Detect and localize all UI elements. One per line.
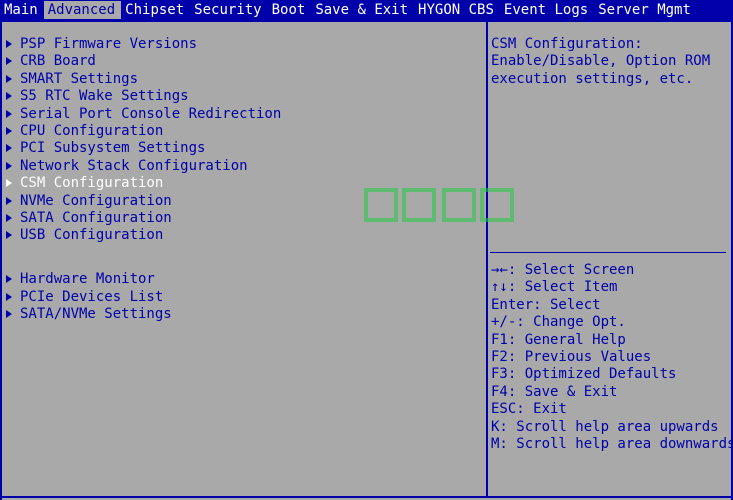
submenu-arrow-icon [6,40,12,48]
list-item-label: Network Stack Configuration [20,157,248,174]
list-item[interactable]: Serial Port Console Redirection [6,106,281,123]
menu-tab-server-mgmt[interactable]: Server Mgmt [594,1,697,19]
menu-tab-security[interactable]: Security [190,1,267,19]
key-help-line: M: Scroll help area downwards [491,436,733,452]
menu-tab-event-logs[interactable]: Event Logs [500,1,594,19]
menu-tab-advanced[interactable]: Advanced [43,1,122,19]
list-item[interactable]: SATA Configuration [6,210,172,227]
list-item[interactable]: CRB Board [6,53,96,70]
list-item[interactable]: CSM Configuration [6,175,163,192]
submenu-arrow-icon [6,310,12,318]
list-item[interactable]: PSP Firmware Versions [6,36,197,53]
key-help-line: K: Scroll help area upwards [491,418,719,435]
submenu-arrow-icon [6,214,12,222]
watermark-logo [364,188,514,222]
submenu-arrow-icon [6,231,12,240]
help-divider [490,252,726,253]
key-help-line: ESC: Exit [491,401,567,418]
list-item-label: Serial Port Console Redirection [20,105,282,122]
list-item-label: SATA Configuration [20,210,172,226]
frame-left [0,20,2,500]
key-help-line: F4: Save & Exit [491,383,618,400]
help-description-line: Enable/Disable, Option ROM [491,53,711,70]
help-description-line: execution settings, etc. [491,70,694,87]
list-item-label: S5 RTC Wake Settings [20,88,189,105]
list-item[interactable]: PCIe Devices List [6,289,163,306]
settings-list: PSP Firmware Versions CRB Board SMART Sett… [6,36,484,486]
list-item-label: NVMe Configuration [20,192,172,209]
key-help-line: F2: Previous Values [491,349,652,365]
key-help-line: F1: General Help [491,331,626,348]
list-item[interactable]: Hardware Monitor [6,271,155,288]
list-item-label: PSP Firmware Versions [20,36,198,52]
submenu-arrow-icon [6,57,12,66]
list-item-label: PCI Subsystem Settings [20,140,206,157]
list-item[interactable]: Network Stack Configuration [6,158,248,175]
submenu-arrow-icon [6,292,12,301]
submenu-arrow-icon [6,275,12,284]
submenu-arrow-icon [6,74,12,83]
list-item[interactable]: NVMe Configuration [6,193,172,210]
key-help-line: ↑↓: Select Item [491,279,618,296]
menu-tab-boot[interactable]: Boot [268,1,312,19]
list-item[interactable]: S5 RTC Wake Settings [6,88,189,105]
submenu-arrow-icon [6,144,12,153]
menu-tab-hygon-cbs[interactable]: HYGON CBS [414,1,500,19]
help-description-line: CSM Configuration: [491,36,643,52]
frame-top [0,20,733,22]
key-help-line: →←: Select Screen [491,262,635,278]
list-item[interactable]: SATA/NVMe Settings [6,306,172,323]
list-item-label: Hardware Monitor [20,271,155,288]
submenu-arrow-icon [6,127,12,135]
key-help-line: F3: Optimized Defaults [491,366,677,383]
list-item-label: PCIe Devices List [20,288,164,305]
list-item-label: SMART Settings [20,70,139,87]
list-item-label: CSM Configuration [20,175,164,192]
list-item[interactable]: SMART Settings [6,71,138,88]
key-help-line: Enter: Select [491,296,601,313]
list-item[interactable]: PCI Subsystem Settings [6,140,205,157]
menu-tab-main[interactable]: Main [0,1,44,19]
list-item[interactable]: USB Configuration [6,227,163,244]
submenu-arrow-icon [6,196,12,205]
list-item-label: SATA/NVMe Settings [20,306,172,322]
bios-screen: Main Advanced Chipset Security Boot Save & Ex… [0,0,733,500]
submenu-arrow-icon [6,109,12,118]
list-item[interactable]: CPU Configuration [6,123,163,140]
menu-tab-save-exit[interactable]: Save & Exit [311,1,414,19]
list-item-label: USB Configuration [20,227,164,244]
submenu-arrow-icon [6,92,12,101]
key-help-line: +/-: Change Opt. [491,314,626,331]
list-item-label: CRB Board [20,53,96,70]
frame-bottom [0,496,733,498]
menu-tab-chipset[interactable]: Chipset [121,1,190,19]
menu-bar: Main Advanced Chipset Security Boot Save & Ex… [0,0,733,20]
panel-divider [486,20,488,498]
list-item-label: CPU Configuration [20,123,164,139]
submenu-arrow-icon [6,179,12,188]
submenu-arrow-icon [6,161,12,170]
